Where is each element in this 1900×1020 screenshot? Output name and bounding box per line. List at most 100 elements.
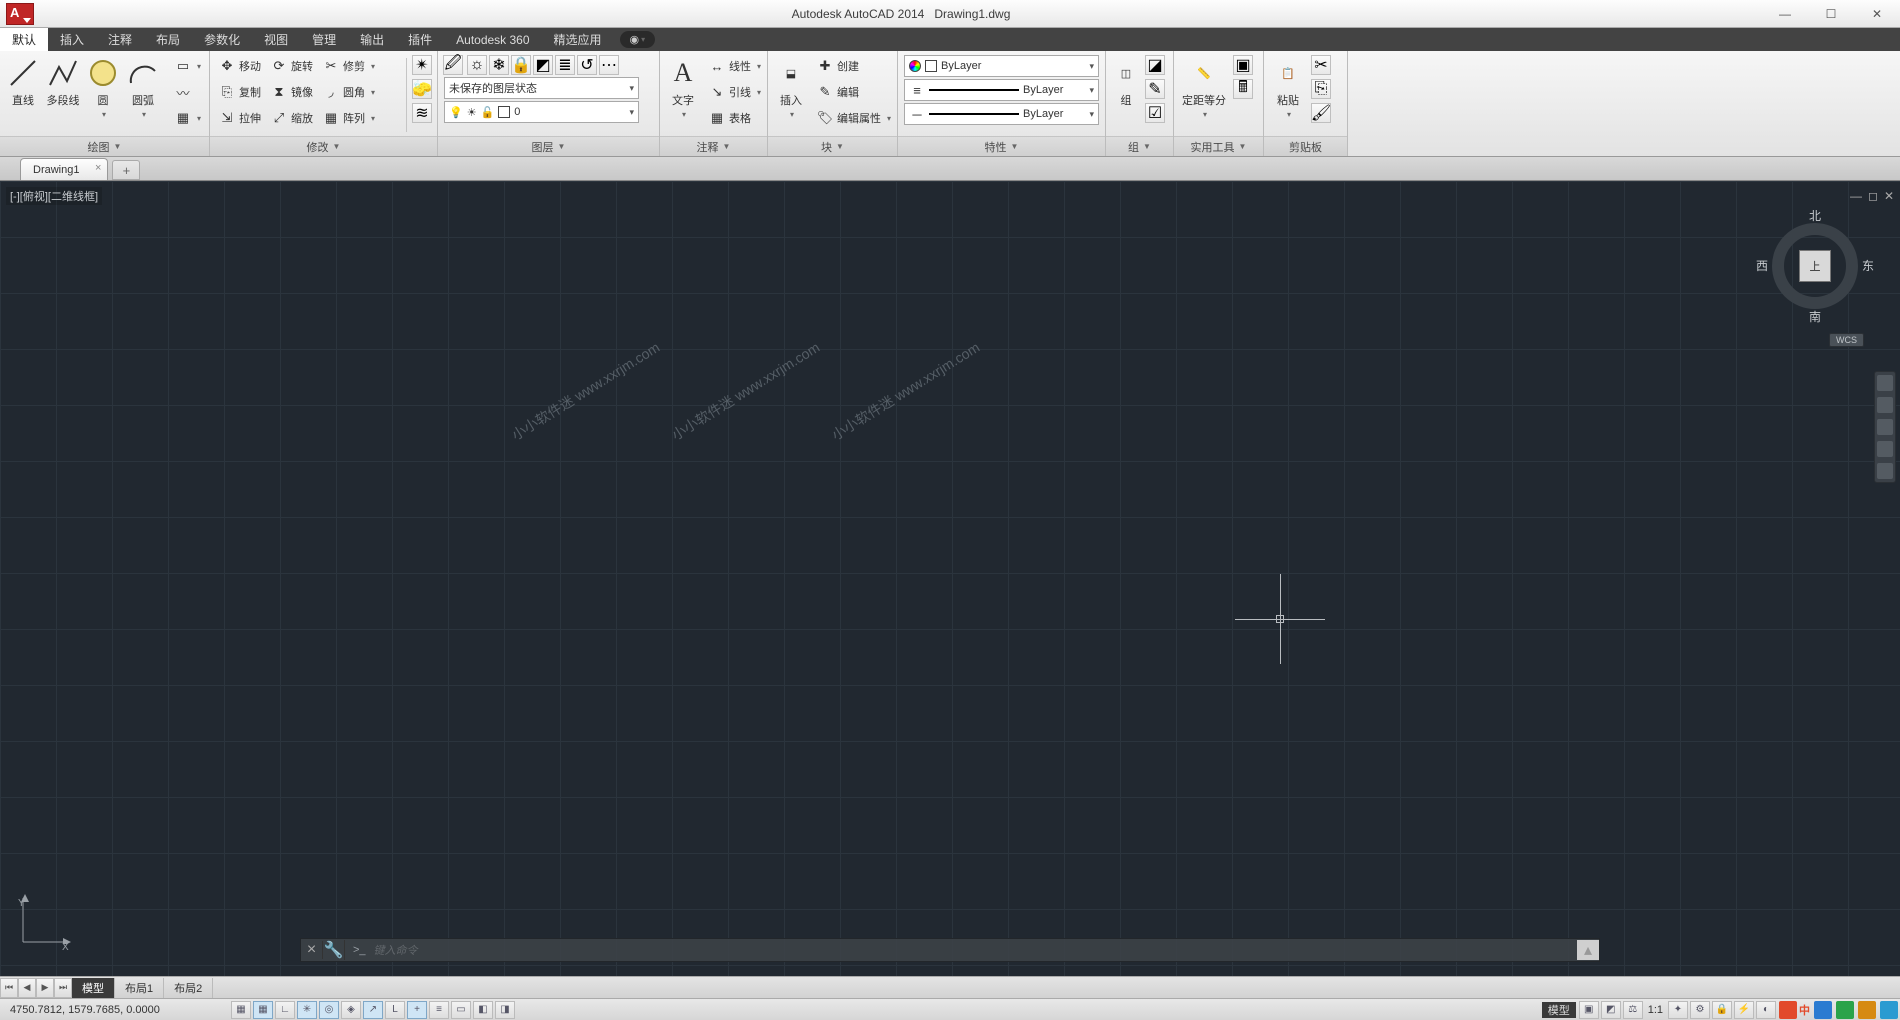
minimize-button[interactable]: —: [1762, 0, 1808, 28]
layout-next-button[interactable]: ▶: [36, 978, 54, 998]
vp-close-icon[interactable]: ✕: [1884, 189, 1894, 203]
match-props-button[interactable]: 🖌: [1311, 103, 1331, 123]
polar-toggle[interactable]: ✳: [297, 1001, 317, 1019]
workspace-switch[interactable]: ⚙: [1690, 1001, 1710, 1019]
orbit-icon[interactable]: [1877, 441, 1893, 457]
layer-freeze-button[interactable]: ❄: [489, 55, 509, 75]
copy-button[interactable]: ⎘复制: [214, 80, 266, 104]
anno-scale-value[interactable]: 1:1: [1644, 1004, 1667, 1016]
measure-button[interactable]: 📏定距等分▾: [1178, 54, 1230, 121]
group-select-button[interactable]: ☑: [1145, 103, 1165, 123]
dyn-toggle[interactable]: +: [407, 1001, 427, 1019]
polyline-button[interactable]: 多段线: [44, 54, 82, 110]
model-space-label[interactable]: 模型: [1542, 1002, 1576, 1018]
qp-toggle[interactable]: ◧: [473, 1001, 493, 1019]
layout-tab-2[interactable]: 布局2: [164, 978, 213, 998]
viewcube-north[interactable]: 北: [1805, 207, 1825, 224]
group-button[interactable]: ◫组: [1110, 54, 1142, 110]
viewcube-west[interactable]: 西: [1752, 257, 1772, 274]
viewport-label[interactable]: [-][俯视][二维线框]: [6, 187, 102, 205]
tab-autodesk360[interactable]: Autodesk 360: [444, 28, 541, 51]
hatch-button[interactable]: ▦▾: [170, 106, 206, 130]
tray-icon-2[interactable]: [1814, 1001, 1832, 1019]
linetype-combo[interactable]: ─ByLayer▾: [904, 103, 1099, 125]
layer-more-button[interactable]: ⋯: [599, 55, 619, 75]
app-icon[interactable]: [6, 3, 34, 25]
command-line[interactable]: × 🔧 >_ 键入命令 ▴: [300, 938, 1600, 962]
copy-clip-button[interactable]: ⎘: [1311, 79, 1331, 99]
table-button[interactable]: ▦表格: [704, 106, 766, 130]
tab-insert[interactable]: 插入: [48, 28, 96, 51]
viewcube-top-face[interactable]: 上: [1799, 250, 1831, 282]
spline-button[interactable]: 〰: [170, 80, 206, 104]
cmd-settings-icon[interactable]: 🔧: [323, 940, 345, 960]
pan-icon[interactable]: [1877, 397, 1893, 413]
tab-plugin[interactable]: 插件: [396, 28, 444, 51]
layout-first-button[interactable]: ⏮: [0, 978, 18, 998]
vp-minimize-icon[interactable]: —: [1850, 189, 1862, 203]
hardware-accel[interactable]: ⚡: [1734, 1001, 1754, 1019]
offset-button[interactable]: ≋: [412, 103, 432, 123]
layer-match-button[interactable]: ≣: [555, 55, 575, 75]
quick-calc-button[interactable]: 🖩: [1233, 79, 1253, 99]
group-edit-button[interactable]: ✎: [1145, 79, 1165, 99]
leader-button[interactable]: ↘引线▾: [704, 80, 766, 104]
tab-featured[interactable]: 精选应用: [542, 28, 614, 51]
rotate-button[interactable]: ⟳旋转: [266, 54, 318, 78]
line-button[interactable]: 直线: [4, 54, 42, 110]
wcs-badge[interactable]: WCS: [1829, 333, 1864, 347]
array-button[interactable]: ▦阵列▾: [318, 106, 380, 130]
layer-iso-button[interactable]: ◩: [533, 55, 553, 75]
lwt-toggle[interactable]: ≡: [429, 1001, 449, 1019]
coords-readout[interactable]: 4750.7812, 1579.7685, 0.0000: [0, 1004, 230, 1016]
tray-ime-label[interactable]: 中: [1799, 1002, 1812, 1018]
trim-button[interactable]: ✂修剪▾: [318, 54, 380, 78]
fillet-button[interactable]: ◞圆角▾: [318, 80, 380, 104]
maximize-button[interactable]: ☐: [1808, 0, 1854, 28]
tab-annotate[interactable]: 注释: [96, 28, 144, 51]
select-all-button[interactable]: ▣: [1233, 55, 1253, 75]
layer-off-button[interactable]: ☼: [467, 55, 487, 75]
navigation-bar[interactable]: [1874, 371, 1896, 483]
dim-linear-button[interactable]: ↔线性▾: [704, 54, 766, 78]
tab-default[interactable]: 默认: [0, 28, 48, 51]
lineweight-combo[interactable]: ≡ByLayer▾: [904, 79, 1099, 101]
ducs-toggle[interactable]: L: [385, 1001, 405, 1019]
close-tab-icon[interactable]: ×: [95, 162, 101, 174]
grid-toggle[interactable]: ▦: [253, 1001, 273, 1019]
status-icon-2[interactable]: ◩: [1601, 1001, 1621, 1019]
nav-wheel-icon[interactable]: [1877, 375, 1893, 391]
text-button[interactable]: A 文字▾: [664, 54, 702, 121]
tray-icon-3[interactable]: [1836, 1001, 1854, 1019]
rectangle-button[interactable]: ▭▾: [170, 54, 206, 78]
tab-output[interactable]: 输出: [348, 28, 396, 51]
tray-icon-4[interactable]: [1858, 1001, 1876, 1019]
3dosnap-toggle[interactable]: ◈: [341, 1001, 361, 1019]
viewcube-south[interactable]: 南: [1805, 308, 1825, 325]
scale-button[interactable]: ⤢缩放: [266, 106, 318, 130]
mirror-button[interactable]: ⧗镜像: [266, 80, 318, 104]
isolate-objects[interactable]: ◐: [1756, 1001, 1776, 1019]
status-lock[interactable]: 🔒: [1712, 1001, 1732, 1019]
tray-icon-5[interactable]: [1880, 1001, 1898, 1019]
erase-button[interactable]: 🧽: [412, 79, 432, 99]
insert-block-button[interactable]: ⬓ 插入▾: [772, 54, 810, 121]
explode-button[interactable]: ✴: [412, 55, 432, 75]
layout-last-button[interactable]: ⏭: [54, 978, 72, 998]
color-combo[interactable]: ByLayer▾: [904, 55, 1099, 77]
viewcube-east[interactable]: 东: [1858, 257, 1878, 274]
arc-button[interactable]: 圆弧▾: [124, 54, 162, 121]
layer-current-combo[interactable]: 💡 ☀ 🔓 0▾: [444, 101, 639, 123]
snap-toggle[interactable]: ▦: [231, 1001, 251, 1019]
layout-tab-model[interactable]: 模型: [72, 978, 115, 998]
view-cube[interactable]: 上 北 南 西 东: [1760, 211, 1870, 321]
sc-toggle[interactable]: ◨: [495, 1001, 515, 1019]
ungroup-button[interactable]: ◪: [1145, 55, 1165, 75]
file-tab-drawing1[interactable]: Drawing1×: [20, 158, 108, 180]
layer-prev-button[interactable]: ↺: [577, 55, 597, 75]
express-tools-pill[interactable]: ◉▾: [620, 31, 656, 48]
anno-scale-button[interactable]: ⚖: [1623, 1001, 1643, 1019]
circle-button[interactable]: 圆▾: [84, 54, 122, 121]
otrack-toggle[interactable]: ↗: [363, 1001, 383, 1019]
status-icon-3[interactable]: ✦: [1668, 1001, 1688, 1019]
